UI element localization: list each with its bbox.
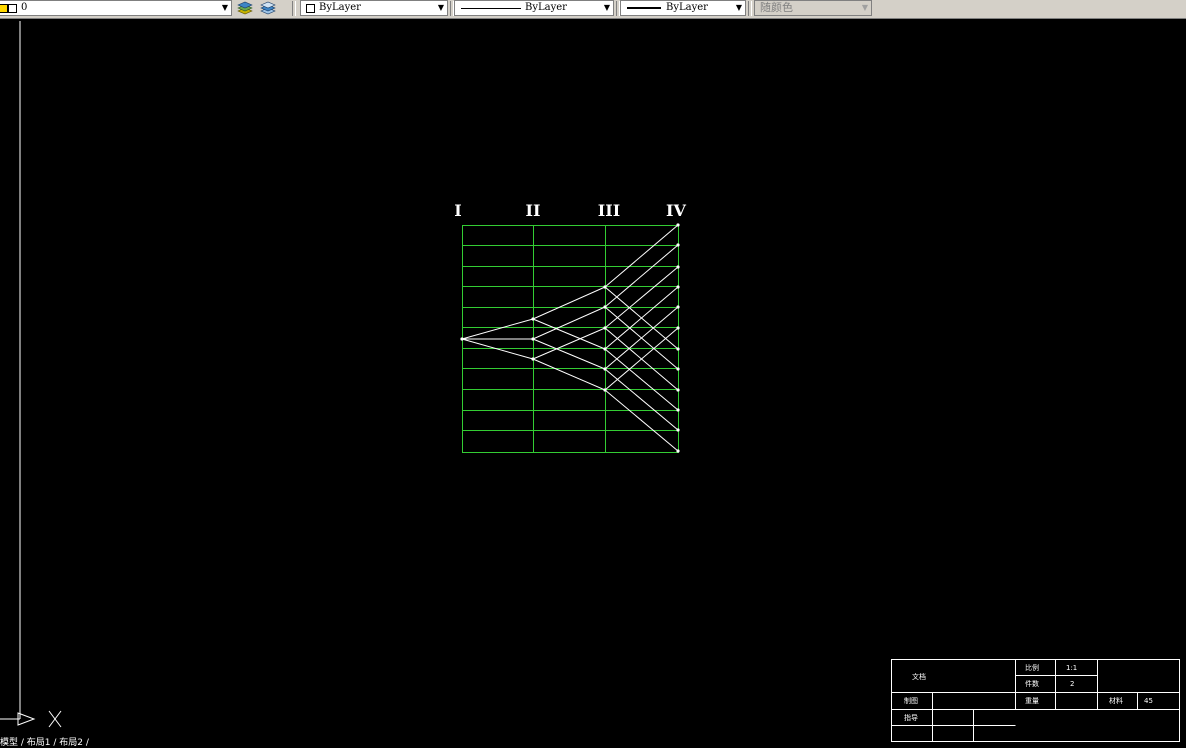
layer-previous-icon[interactable] [259, 0, 276, 16]
network-node [603, 305, 607, 309]
column-label-1: I [454, 201, 461, 220]
drawing-area: I II III IV 文档 比例 1:1 件数 2 重量 材料 45 制图 指… [0, 21, 1180, 742]
network-line [461, 318, 534, 340]
chevron-down-icon: ▼ [437, 3, 444, 12]
layout-tabs[interactable]: 模型 / 布局1 / 布局2 / [0, 738, 300, 748]
color-swatch-icon [306, 4, 315, 13]
network-node [603, 285, 607, 289]
checked-by-label: 指导 [904, 713, 918, 722]
linetype-dropdown[interactable]: ByLayer ▼ [454, 0, 614, 16]
network-node [676, 428, 680, 432]
network-node [603, 347, 607, 351]
network-node [531, 317, 535, 321]
network-line [532, 286, 606, 320]
plotstyle-value: 随颜色 [760, 1, 793, 14]
material-label: 材料 [1109, 696, 1123, 705]
layer-color-swatch [8, 4, 17, 13]
color-dropdown[interactable]: ByLayer ▼ [300, 0, 448, 16]
toolbar-separator [748, 1, 752, 16]
network-node [603, 326, 607, 330]
scale-value: 1:1 [1066, 664, 1077, 672]
network-line [532, 358, 606, 391]
drawing-canvas[interactable]: I II III IV 文档 比例 1:1 件数 2 重量 材料 45 制图 指… [0, 19, 1186, 748]
network-lines [461, 224, 679, 452]
linetype-sample [461, 8, 521, 9]
chevron-down-icon: ▼ [221, 3, 228, 12]
network-line [604, 224, 679, 288]
network-node [676, 285, 680, 289]
network-node [676, 223, 680, 227]
network-node [531, 337, 535, 341]
layer-dropdown[interactable]: 0 ▼ [0, 0, 232, 16]
toolbar-separator [292, 1, 296, 16]
drawn-by-label: 制图 [904, 696, 918, 705]
column-label-2: II [526, 201, 541, 220]
layer-value: 0 [21, 2, 28, 13]
network-line [604, 348, 679, 411]
chevron-down-icon: ▼ [735, 3, 742, 12]
weight-label: 重量 [1025, 697, 1039, 705]
lineweight-sample [627, 7, 661, 9]
quantity-label: 件数 [1025, 679, 1039, 688]
title-cell: 文档 [912, 672, 926, 681]
network-node [603, 367, 607, 371]
ucs-icon [0, 710, 62, 728]
network-node [676, 243, 680, 247]
network-node [676, 388, 680, 392]
linetype-value: ByLayer [525, 2, 567, 13]
make-object-layer-current-icon[interactable] [236, 0, 253, 16]
network-node [531, 357, 535, 361]
network-node [676, 367, 680, 371]
network-node [676, 326, 680, 330]
properties-toolbar: 0 ▼ ByLayer ▼ ByLayer ▼ ByLayer ▼ 随颜色 ▼ [0, 0, 1186, 19]
color-value: ByLayer [319, 2, 361, 13]
network-node [676, 408, 680, 412]
material-value: 45 [1144, 697, 1153, 705]
plotstyle-dropdown: 随颜色 ▼ [754, 0, 872, 16]
chevron-down-icon: ▼ [603, 3, 610, 12]
scale-label: 比例 [1025, 663, 1039, 672]
network-node [676, 449, 680, 453]
network-node [603, 388, 607, 392]
chevron-down-icon: ▼ [861, 3, 868, 12]
quantity-value: 2 [1070, 680, 1074, 688]
lineweight-value: ByLayer [666, 2, 708, 13]
network-nodes [460, 223, 680, 453]
lineweight-dropdown[interactable]: ByLayer ▼ [620, 0, 746, 16]
network-node [676, 305, 680, 309]
network-node [676, 265, 680, 269]
network-node [676, 347, 680, 351]
column-label-3: III [598, 201, 620, 220]
network-node [460, 337, 464, 341]
column-label-4: IV [666, 201, 686, 220]
layer-state-icon [0, 4, 8, 13]
